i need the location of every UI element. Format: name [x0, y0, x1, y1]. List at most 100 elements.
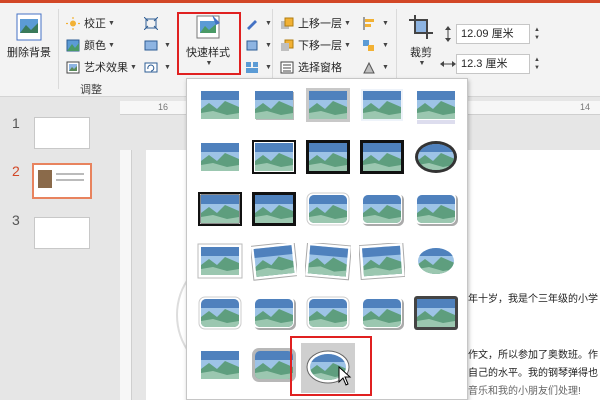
- width-stepper[interactable]: ▲ ▼: [531, 54, 543, 74]
- picture-style-option[interactable]: [197, 243, 243, 281]
- picture-style-option[interactable]: [413, 191, 459, 229]
- picture-style-option[interactable]: [197, 347, 243, 385]
- picture-style-option[interactable]: [197, 139, 243, 177]
- picture-style-option[interactable]: [305, 295, 351, 333]
- separator: [272, 9, 273, 89]
- reset-picture-icon: [144, 62, 158, 72]
- picture-layout-button[interactable]: ▼: [245, 58, 272, 76]
- picture-style-option[interactable]: [305, 87, 351, 125]
- picture-style-option[interactable]: [197, 191, 243, 229]
- picture-border-button[interactable]: ▼: [245, 14, 272, 32]
- slide-number: 3: [12, 212, 20, 228]
- picture-style-thumbnail: [306, 88, 350, 122]
- picture-style-option[interactable]: [359, 191, 405, 229]
- chevron-down-icon: ▼: [382, 19, 389, 27]
- selection-pane-button[interactable]: 选择窗格: [280, 58, 342, 76]
- bring-forward-button[interactable]: 上移一层 ▼: [280, 14, 351, 32]
- change-picture-icon: [144, 40, 158, 50]
- change-picture-button[interactable]: ▼: [144, 36, 171, 54]
- group-button[interactable]: ▼: [362, 36, 389, 54]
- picture-style-thumbnail: [360, 296, 404, 330]
- adjust-group-label: 调整: [80, 84, 102, 96]
- picture-style-option[interactable]: [251, 191, 297, 229]
- picture-style-option[interactable]: [359, 87, 405, 125]
- selected-style-highlight: [290, 336, 372, 396]
- mouse-cursor-icon: [338, 366, 352, 386]
- bring-forward-label: 上移一层: [298, 18, 342, 30]
- picture-style-thumbnail: [306, 192, 350, 226]
- picture-style-option[interactable]: [197, 295, 243, 333]
- slide-number: 1: [12, 115, 20, 131]
- picture-style-option[interactable]: [413, 295, 459, 333]
- picture-style-option[interactable]: [359, 295, 405, 333]
- thumbnail-pane: 1 2 3: [0, 97, 106, 400]
- chevron-down-icon: ▼: [418, 60, 426, 67]
- send-backward-icon: [281, 39, 294, 51]
- compress-pictures-button[interactable]: [144, 14, 162, 32]
- picture-style-thumbnail: [306, 140, 350, 174]
- picture-style-option[interactable]: [305, 191, 351, 229]
- picture-style-option[interactable]: [251, 139, 297, 177]
- picture-style-thumbnail: [414, 296, 458, 330]
- height-spinner[interactable]: 12.09 厘米 ▲ ▼: [440, 24, 543, 44]
- picture-style-thumbnail: [415, 141, 457, 173]
- slide-thumbnail-3[interactable]: [34, 217, 90, 249]
- chevron-up-icon[interactable]: ▲: [534, 56, 540, 64]
- chevron-down-icon: ▼: [265, 63, 272, 71]
- selection-pane-icon: [280, 61, 294, 73]
- picture-style-option[interactable]: [305, 139, 351, 177]
- pen-icon: [247, 19, 257, 30]
- doc-line: 自己的水平。我的钢琴弹得也: [468, 368, 598, 379]
- picture-style-thumbnail: [201, 91, 239, 119]
- picture-style-option[interactable]: [413, 87, 459, 125]
- separator: [396, 9, 397, 89]
- chevron-down-icon: ▼: [265, 41, 272, 49]
- rotate-button[interactable]: ▼: [362, 58, 389, 76]
- picture-style-thumbnail: [252, 140, 296, 174]
- picture-style-option[interactable]: [305, 243, 351, 281]
- picture-style-option[interactable]: [251, 243, 297, 281]
- chevron-down-icon: ▼: [164, 41, 171, 49]
- remove-background-button[interactable]: 删除背景: [4, 13, 54, 60]
- send-backward-button[interactable]: 下移一层 ▼: [280, 36, 351, 54]
- picture-effects-button[interactable]: ▼: [245, 36, 272, 54]
- picture-style-thumbnail: [201, 143, 239, 171]
- align-button[interactable]: ▼: [362, 14, 389, 32]
- picture-style-option[interactable]: [251, 87, 297, 125]
- chevron-up-icon[interactable]: ▲: [534, 26, 540, 34]
- picture-style-option[interactable]: [197, 87, 243, 125]
- reset-picture-button[interactable]: ▼: [144, 58, 171, 76]
- color-button[interactable]: 颜色 ▼: [66, 36, 115, 54]
- width-spinner[interactable]: 12.3 厘米 ▲ ▼: [440, 54, 543, 74]
- picture-style-option[interactable]: [413, 243, 459, 281]
- chevron-down-icon: ▼: [108, 41, 115, 49]
- picture-style-thumbnail: [251, 243, 297, 281]
- chevron-down-icon: ▼: [382, 41, 389, 49]
- picture-style-option[interactable]: [359, 243, 405, 281]
- picture-style-thumbnail: [198, 192, 242, 226]
- picture-style-thumbnail: [255, 91, 294, 120]
- slide-thumbnail-1[interactable]: [34, 117, 90, 149]
- height-stepper[interactable]: ▲ ▼: [531, 24, 543, 44]
- artistic-effects-button[interactable]: 艺术效果 ▼: [66, 58, 137, 76]
- width-input[interactable]: 12.3 厘米: [456, 54, 530, 74]
- layout-icon: [246, 61, 258, 73]
- send-backward-label: 下移一层: [298, 40, 342, 52]
- chevron-down-icon[interactable]: ▼: [534, 34, 540, 42]
- doc-line: 音乐和我的小朋友们处理!: [468, 386, 581, 397]
- crop-button[interactable]: 裁剪 ▼: [404, 13, 438, 67]
- slide-thumbnail-2[interactable]: [32, 163, 92, 199]
- remove-background-icon: [16, 13, 42, 41]
- correct-button[interactable]: 校正 ▼: [66, 14, 115, 32]
- picture-style-thumbnail: [417, 91, 455, 124]
- ruler-number: 16: [158, 102, 169, 112]
- height-input[interactable]: 12.09 厘米: [456, 24, 530, 44]
- picture-style-thumbnail: [359, 243, 405, 281]
- crop-label: 裁剪: [410, 47, 432, 59]
- picture-style-option[interactable]: [359, 139, 405, 177]
- doc-line: 作文，所以参加了奥数班。作: [468, 350, 598, 361]
- picture-style-option[interactable]: [413, 139, 459, 177]
- separator: [58, 9, 59, 89]
- chevron-down-icon[interactable]: ▼: [534, 64, 540, 72]
- picture-style-option[interactable]: [251, 295, 297, 333]
